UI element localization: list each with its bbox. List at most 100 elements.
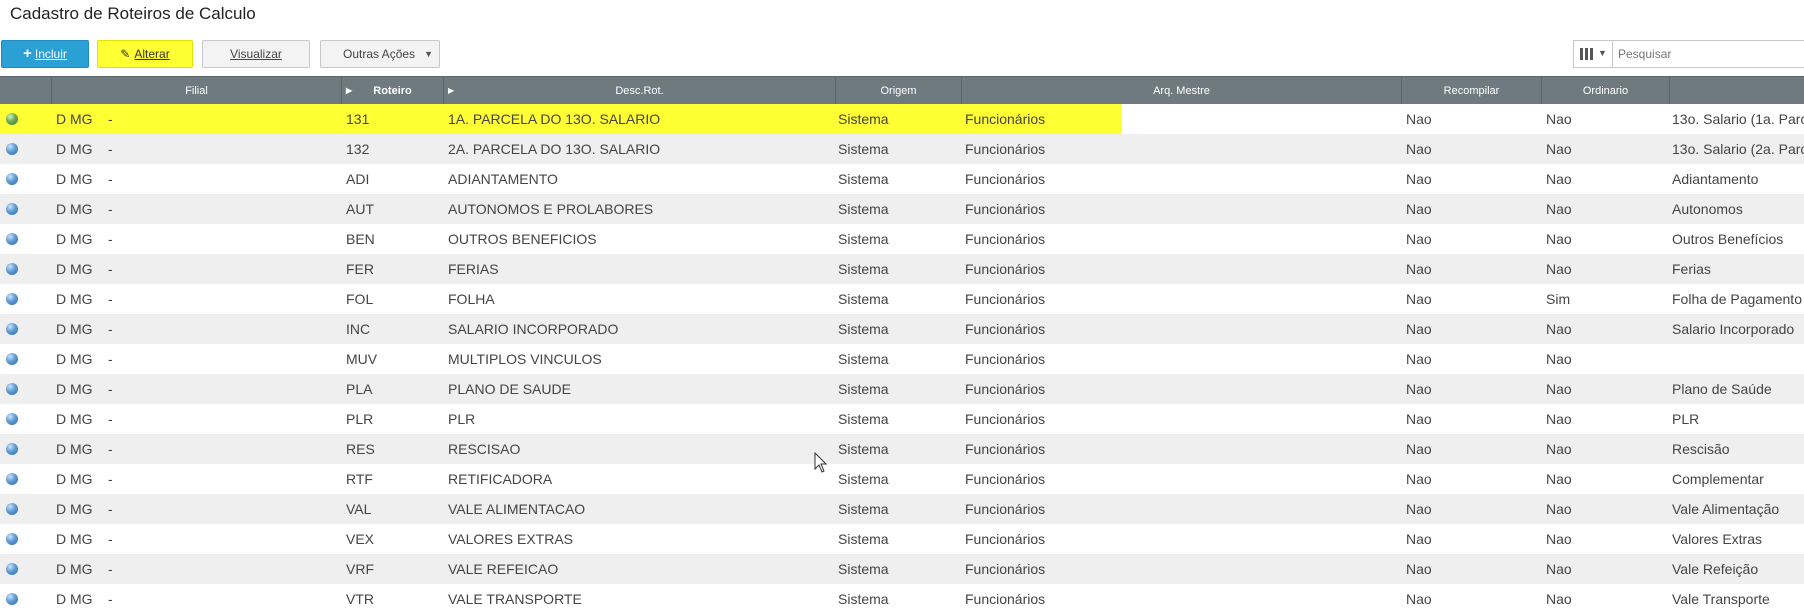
table-row[interactable]: D MG - RES RESCISAO Sistema Funcionários Nao Na… (0, 434, 1804, 464)
column-selector-button[interactable]: ▼ (1574, 41, 1613, 67)
cell-separator: - (108, 291, 113, 307)
cell-origem: Sistema (838, 261, 889, 277)
cell-recompilar: Nao (1406, 591, 1432, 607)
cell-filial: D MG (56, 261, 93, 277)
cell-origem: Sistema (838, 381, 889, 397)
cell-origem: Sistema (838, 231, 889, 247)
cell-origem: Sistema (838, 591, 889, 607)
header-origem[interactable]: Origem (836, 77, 962, 105)
cell-arq-mestre: Funcionários (965, 441, 1046, 457)
outras-acoes-label: Outras Ações (343, 47, 416, 61)
status-blue-icon (6, 173, 18, 185)
cell-descricao (1672, 344, 1804, 374)
sort-arrow-icon: ▶ (346, 86, 353, 95)
table-row[interactable]: D MG - FER FERIAS Sistema Funcionários Nao Nao F… (0, 254, 1804, 284)
visualizar-button[interactable]: Visualizar (202, 40, 310, 68)
header-descricao[interactable] (1670, 77, 1804, 105)
cell-arq-mestre: Funcionários (965, 591, 1046, 607)
cell-arq-mestre: Funcionários (965, 351, 1046, 367)
cell-roteiro: VAL (346, 501, 372, 517)
cell-descricao: Salario Incorporado (1672, 321, 1795, 337)
cell-recompilar: Nao (1406, 171, 1432, 187)
cell-filial: D MG (56, 171, 93, 187)
header-arq-mestre[interactable]: Arq. Mestre (962, 77, 1402, 105)
header-desc-rot-label: Desc.Rot. (615, 85, 664, 97)
expand-arrow-icon: ▶ (448, 86, 455, 95)
cell-filial: D MG (56, 111, 93, 127)
outras-acoes-button[interactable]: Outras Ações ▼ (320, 40, 440, 68)
cell-arq-mestre: Funcionários (965, 141, 1046, 157)
cell-descricao: 13o. Salario (1a. Parc (1672, 111, 1804, 127)
table-row[interactable]: D MG - BEN OUTROS BENEFICIOS Sistema Funcioná… (0, 224, 1804, 254)
cell-filial: D MG (56, 321, 93, 337)
cell-origem: Sistema (838, 351, 889, 367)
table-row[interactable]: D MG - AUT AUTONOMOS E PROLABORES Sistema Fun… (0, 194, 1804, 224)
visualizar-label: Visualizar (230, 47, 282, 61)
cell-roteiro: FOL (346, 291, 374, 307)
table-row[interactable]: D MG - PLA PLANO DE SAUDE Sistema Funcionário… (0, 374, 1804, 404)
cell-descricao: 13o. Salario (2a. Parc (1672, 141, 1804, 157)
cell-desc-rot: RESCISAO (448, 441, 521, 457)
header-ordinario[interactable]: Ordinario (1542, 77, 1670, 105)
table-row[interactable]: D MG - ADI ADIANTAMENTO Sistema Funcionários N… (0, 164, 1804, 194)
cell-desc-rot: AUTONOMOS E PROLABORES (448, 201, 654, 217)
cell-arq-mestre: Funcionários (965, 561, 1046, 577)
header-roteiro-label: Roteiro (373, 85, 412, 97)
status-blue-icon (6, 143, 18, 155)
cell-desc-rot: FOLHA (448, 291, 495, 307)
cell-roteiro: RES (346, 441, 375, 457)
cell-separator: - (108, 561, 113, 577)
status-blue-icon (6, 563, 18, 575)
cell-roteiro: VTR (346, 591, 374, 607)
table-row[interactable]: D MG - VRF VALE REFEICAO Sistema Funcionários… (0, 554, 1804, 584)
cell-arq-mestre: Funcionários (965, 111, 1046, 127)
header-desc-rot[interactable]: ▶ Desc.Rot. (444, 77, 836, 105)
table-row[interactable]: D MG - VEX VALORES EXTRAS Sistema Funcionário… (0, 524, 1804, 554)
table-row[interactable]: D MG - MUV MULTIPLOS VINCULOS Sistema Funcion… (0, 344, 1804, 374)
cell-origem: Sistema (838, 291, 889, 307)
cell-origem: Sistema (838, 111, 889, 127)
table-row[interactable]: D MG - VTR VALE TRANSPORTE Sistema Funcionári… (0, 584, 1804, 614)
cell-recompilar: Nao (1406, 561, 1432, 577)
table-row[interactable]: D MG - RTF RETIFICADORA Sistema Funcionários N… (0, 464, 1804, 494)
cell-desc-rot: OUTROS BENEFICIOS (448, 231, 597, 247)
table-row[interactable]: D MG - PLR PLR Sistema Funcionários Nao Nao PLR (0, 404, 1804, 434)
cell-arq-mestre: Funcionários (965, 531, 1046, 547)
cell-recompilar: Nao (1406, 261, 1432, 277)
incluir-button[interactable]: + Incluir (1, 40, 89, 68)
cell-separator: - (108, 501, 113, 517)
header-status[interactable] (0, 77, 52, 105)
cell-roteiro: FER (346, 261, 374, 277)
cell-descricao: Rescisão (1672, 441, 1730, 457)
cell-arq-mestre: Funcionários (965, 471, 1046, 487)
cell-ordinario: Nao (1546, 261, 1572, 277)
cell-arq-mestre: Funcionários (965, 171, 1046, 187)
alterar-button[interactable]: ✎ Alterar (97, 40, 193, 68)
table-row[interactable]: D MG - FOL FOLHA Sistema Funcionários Nao Sim Fo… (0, 284, 1804, 314)
status-blue-icon (6, 443, 18, 455)
table-row[interactable]: D MG - VAL VALE ALIMENTACAO Sistema Funcionár… (0, 494, 1804, 524)
cell-descricao: Outros Benefícios (1672, 231, 1784, 247)
caret-down-icon[interactable]: ▼ (424, 41, 433, 67)
table-row[interactable]: D MG - INC SALARIO INCORPORADO Sistema Funcio… (0, 314, 1804, 344)
cell-desc-rot: VALE ALIMENTACAO (448, 501, 586, 517)
status-blue-icon (6, 353, 18, 365)
header-recompilar[interactable]: Recompilar (1402, 77, 1542, 105)
status-blue-icon (6, 533, 18, 545)
cell-arq-mestre: Funcionários (965, 231, 1046, 247)
cell-arq-mestre: Funcionários (965, 261, 1046, 277)
cell-origem: Sistema (838, 501, 889, 517)
search-input[interactable] (1618, 45, 1798, 63)
incluir-label: Incluir (34, 47, 67, 61)
header-filial[interactable]: Filial (52, 77, 342, 105)
cell-roteiro: PLA (346, 381, 373, 397)
header-roteiro[interactable]: ▶ Roteiro (342, 77, 444, 105)
cell-separator: - (108, 201, 113, 217)
table-row[interactable]: D MG - 131 1A. PARCELA DO 13O. SALARIO Siste… (0, 104, 1804, 134)
table-row[interactable]: D MG - 132 2A. PARCELA DO 13O. SALARIO Siste… (0, 134, 1804, 164)
status-blue-icon (6, 323, 18, 335)
cell-recompilar: Nao (1406, 531, 1432, 547)
cell-roteiro: INC (346, 321, 371, 337)
cell-separator: - (108, 171, 113, 187)
status-blue-icon (6, 263, 18, 275)
